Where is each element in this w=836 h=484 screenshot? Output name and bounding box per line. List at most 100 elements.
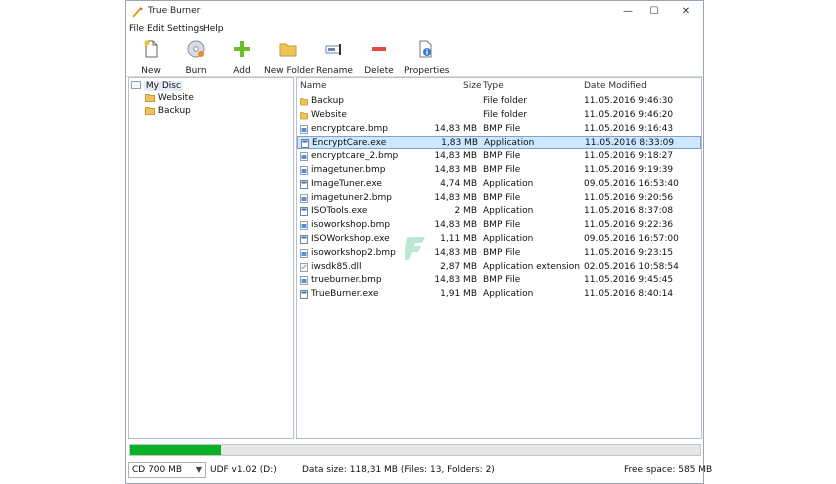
disc-type-select[interactable]: CD 700 MB ▼ <box>128 462 206 478</box>
new-folder-button[interactable]: New Folder <box>264 39 314 76</box>
dll-file-icon <box>300 262 308 272</box>
file-list: Name Size Type Date Modified Backup File … <box>296 77 702 439</box>
file-date: 11.05.2016 9:46:30 <box>584 96 674 106</box>
file-type: BMP File <box>483 275 521 286</box>
file-size: 2 MB <box>454 206 477 217</box>
file-name: Website <box>311 109 347 120</box>
column-header-date[interactable]: Date Modified <box>584 81 647 91</box>
file-row[interactable]: ISOTools.exe 2 MB Application 11.05.2016 8:… <box>297 205 701 218</box>
file-date: 09.05.2016 16:57:00 <box>584 234 679 244</box>
app-window: True Burner — ☐ ✕ File Edit Settings Hel… <box>125 0 712 484</box>
tree-item-website[interactable]: Website <box>145 93 194 103</box>
file-type: Application extension <box>483 261 581 272</box>
file-type: Application <box>483 178 534 189</box>
new-document-icon <box>144 40 158 58</box>
bmp-file-icon <box>300 152 308 162</box>
maximize-button[interactable]: ☐ <box>640 4 668 20</box>
file-size: 14,83 MB <box>434 220 477 231</box>
file-row[interactable]: isoworkshop.bmp 14,83 MB BMP File 11.05.201… <box>297 219 701 232</box>
file-size: 14,83 MB <box>434 165 477 175</box>
data-size-label: Data size: 118,31 MB (Files: 13, Folders… <box>302 465 495 475</box>
bmp-file-icon <box>300 193 308 203</box>
file-row[interactable]: encryptcare_2.bmp 14,83 MB BMP File 11.05.2… <box>297 150 701 163</box>
file-row[interactable]: ImageTuner.exe 4,74 MB Application 09.05.20… <box>297 178 701 191</box>
file-type: BMP File <box>483 123 521 134</box>
file-name: EncryptCare.exe <box>312 138 387 149</box>
file-row[interactable]: EncryptCare.exe 1,83 MB Application 11.05.2… <box>297 136 701 150</box>
file-row[interactable]: Backup File folder 11.05.2016 9:46:30 <box>297 95 701 108</box>
menu-settings[interactable]: Settings <box>167 24 204 34</box>
disc-usage-bar <box>129 444 701 456</box>
bmp-file-icon <box>300 221 308 231</box>
add-button[interactable]: Add <box>227 39 257 76</box>
file-type: BMP File <box>483 151 521 162</box>
file-type: Application <box>483 289 534 300</box>
file-row[interactable]: imagetuner.bmp 14,83 MB BMP File 11.05.2016… <box>297 164 701 177</box>
menu-help[interactable]: Help <box>203 24 224 34</box>
file-row[interactable]: Website File folder 11.05.2016 9:46:20 <box>297 109 701 122</box>
file-type: BMP File <box>483 192 521 203</box>
tree-item-backup[interactable]: Backup <box>145 106 191 116</box>
folder-icon <box>300 98 308 106</box>
disc-usage-fill <box>130 445 221 455</box>
bmp-file-icon <box>300 276 308 286</box>
file-size: 4,74 MB <box>440 178 477 189</box>
file-name: ImageTuner.exe <box>311 178 382 189</box>
file-row[interactable]: imagetuner2.bmp 14,83 MB BMP File 11.05.201… <box>297 192 701 205</box>
minimize-button[interactable]: — <box>614 4 642 20</box>
free-space-label: Free space: 585 MB <box>624 465 713 475</box>
file-size: 14,83 MB <box>434 123 477 134</box>
file-date: 11.05.2016 8:40:14 <box>584 289 674 300</box>
file-name: trueburner.bmp <box>311 275 382 286</box>
bmp-file-icon <box>300 124 308 134</box>
file-row[interactable]: encryptcare.bmp 14,83 MB BMP File 11.05.201… <box>297 123 701 136</box>
chevron-down-icon: ▼ <box>195 465 202 474</box>
file-date: 11.05.2016 9:46:20 <box>584 109 674 120</box>
app-logo-icon <box>132 7 143 18</box>
file-size: 14,83 MB <box>434 192 477 203</box>
column-header-type[interactable]: Type <box>483 81 504 91</box>
rename-button[interactable]: Rename <box>316 39 353 76</box>
properties-button[interactable]: Properties <box>404 39 449 76</box>
file-row[interactable]: trueburner.bmp 14,83 MB BMP File 11.05.2016… <box>297 274 701 287</box>
folder-icon <box>145 107 155 115</box>
menu-edit[interactable]: Edit <box>147 24 164 34</box>
menu-file[interactable]: File <box>129 24 144 34</box>
file-date: 11.05.2016 9:19:39 <box>584 165 674 175</box>
watermark-logo-icon <box>405 237 425 260</box>
properties-icon <box>419 40 432 58</box>
file-name: Backup <box>311 96 344 106</box>
file-name: encryptcare.bmp <box>311 123 389 134</box>
exe-file-icon <box>300 179 308 189</box>
file-date: 11.05.2016 9:45:45 <box>584 275 674 286</box>
file-name: imagetuner.bmp <box>311 165 386 175</box>
bmp-file-icon <box>300 248 308 258</box>
file-name: encryptcare_2.bmp <box>311 151 399 162</box>
exe-file-icon <box>300 290 308 300</box>
file-size: 1,91 MB <box>440 289 477 300</box>
delete-button[interactable]: Delete <box>364 39 394 76</box>
window-title: True Burner <box>148 6 201 16</box>
column-header-size[interactable]: Size <box>463 81 481 91</box>
file-size: 1,83 MB <box>441 138 478 149</box>
exe-file-icon <box>300 235 308 244</box>
close-button[interactable]: ✕ <box>672 4 700 20</box>
folder-icon <box>145 94 155 102</box>
file-date: 11.05.2016 9:18:27 <box>584 151 674 162</box>
file-name: ISOWorkshop.exe <box>311 234 390 244</box>
status-bar: CD 700 MB ▼ UDF v1.02 (D:) Data size: 11… <box>126 461 712 481</box>
file-row[interactable]: TrueBurner.exe 1,91 MB Application 11.05.20… <box>297 288 701 301</box>
column-header-name[interactable]: Name <box>300 81 327 91</box>
folder-icon <box>279 43 297 57</box>
file-type: File folder <box>483 96 528 106</box>
burn-button[interactable]: Burn <box>181 39 211 76</box>
folder-tree: My Disc Website Backup <box>128 77 294 439</box>
file-size: 2,87 MB <box>440 261 477 272</box>
tree-root-my-disc[interactable]: My Disc <box>131 80 183 91</box>
exe-file-icon <box>301 139 309 149</box>
file-date: 11.05.2016 9:23:15 <box>584 247 674 258</box>
file-type: BMP File <box>483 220 521 231</box>
file-date: 02.05.2016 10:58:54 <box>584 261 679 272</box>
new-button[interactable]: New <box>136 39 166 76</box>
file-size: 14,83 MB <box>434 151 477 162</box>
